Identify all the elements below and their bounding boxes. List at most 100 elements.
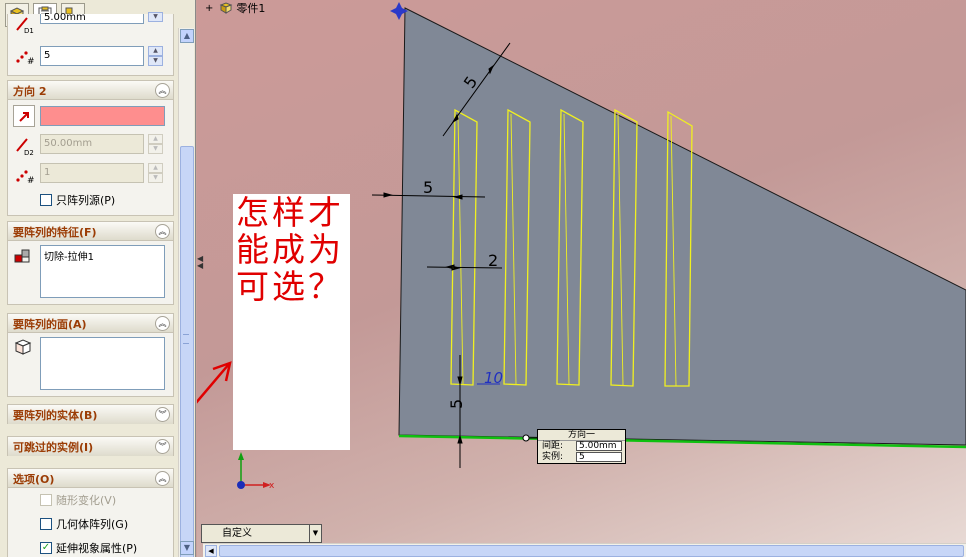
callout-instances-label: 实例:: [542, 452, 564, 462]
instances-d1-input[interactable]: 5: [40, 46, 144, 66]
graphics-hscrollbar[interactable]: ◀: [203, 543, 966, 557]
options-header[interactable]: 选项(O) ︽: [8, 469, 173, 488]
pattern-seed-only-label: 只阵列源(P): [56, 194, 116, 207]
expand-plus-icon[interactable]: +: [205, 3, 213, 14]
faces-to-pattern-list[interactable]: [40, 337, 165, 390]
faces-to-pattern-title: 要阵列的面(A): [13, 318, 87, 331]
options-title: 选项(O): [13, 473, 55, 486]
vary-sketch-checkbox[interactable]: 随形变化(V): [40, 492, 116, 508]
direction2-title: 方向 2: [13, 85, 47, 98]
part-icon: [220, 2, 233, 14]
scroll-up-icon[interactable]: ▲: [180, 29, 194, 43]
list-item[interactable]: 切除-拉伸1: [44, 248, 161, 263]
collapse-chevron-icon[interactable]: ︽: [155, 83, 170, 98]
scroll-down-icon[interactable]: ▼: [180, 541, 194, 555]
configuration-value: 自定义: [222, 528, 252, 539]
spin-down-icon: ▼: [148, 56, 163, 66]
instances-to-skip-header[interactable]: 可跳过的实例(I) ︾: [8, 437, 173, 456]
dim-slot-width[interactable]: 2: [488, 251, 498, 270]
feature-tree-root[interactable]: + 零件1: [205, 0, 265, 16]
instances-d2-spinner[interactable]: ▲ ▼: [148, 163, 163, 183]
direction1-group: D1 5.00mm ▼ # 5 ▲ ▼: [7, 12, 174, 76]
collapse-chevron-icon[interactable]: ︽: [155, 471, 170, 486]
spacing-d2-icon: D2: [13, 135, 35, 157]
propagate-visual-checkbox[interactable]: ✓ 延伸视象属性(P): [40, 540, 137, 556]
direction2-group: 方向 2 ︽ D2 50.00mm ▲ ▼ # 1 ▲ ▼ 只阵列源(P): [7, 80, 174, 216]
instances-icon: #: [13, 44, 35, 67]
bodies-to-pattern-group: 要阵列的实体(B) ︾: [7, 404, 174, 424]
hscroll-thumb[interactable]: [219, 545, 964, 557]
configuration-dropdown[interactable]: 自定义 ▼: [201, 524, 322, 543]
dropdown-arrow-icon[interactable]: ▼: [309, 525, 321, 542]
checkbox-box: [40, 194, 52, 206]
scroll-grip: [183, 334, 189, 344]
spacing-d2-spinner[interactable]: ▲ ▼: [148, 134, 163, 154]
expand-chevron-icon[interactable]: ︾: [155, 439, 170, 454]
features-icon: [12, 246, 34, 268]
pattern-seed-only-checkbox[interactable]: 只阵列源(P): [40, 192, 115, 208]
features-to-pattern-header[interactable]: 要阵列的特征(F) ︽: [8, 222, 173, 241]
geometry-pattern-label: 几何体阵列(G): [56, 518, 129, 531]
bodies-to-pattern-title: 要阵列的实体(B): [13, 409, 98, 422]
direction2-reference-field[interactable]: [40, 106, 165, 126]
instances-d2-input[interactable]: 1: [40, 163, 144, 183]
faces-to-pattern-header[interactable]: 要阵列的面(A) ︽: [8, 314, 173, 333]
reverse-direction-button[interactable]: [13, 105, 35, 127]
spacing-d1-input[interactable]: 5.00mm: [40, 13, 144, 24]
question-note: 怎样才能成为可选？: [233, 194, 350, 450]
svg-text:D2: D2: [24, 149, 34, 157]
vary-sketch-label: 随形变化(V): [56, 494, 117, 507]
instances-d2-icon: #: [13, 163, 35, 186]
dim-bottom-offset[interactable]: 5: [447, 399, 466, 409]
scroll-left-icon[interactable]: ◀: [205, 545, 217, 557]
callout-instances-value[interactable]: 5: [576, 452, 622, 462]
instances-to-skip-group: 可跳过的实例(I) ︾: [7, 436, 174, 456]
collapse-chevron-icon[interactable]: ︽: [155, 224, 170, 239]
svg-text:#: #: [27, 176, 35, 185]
features-to-pattern-title: 要阵列的特征(F): [13, 226, 97, 239]
property-manager-panel: D1 5.00mm ▼ # 5 ▲ ▼ 方向 2 ︽ D2 50.00mm ▲ ▼ …: [0, 0, 196, 557]
panel-splitter-handle[interactable]: ◀ ◀: [197, 255, 203, 270]
callout-title: 方向一: [538, 430, 625, 441]
collapse-chevron-icon[interactable]: ︽: [155, 316, 170, 331]
callout-spacing-label: 间距:: [542, 441, 564, 451]
note-text: 怎样才能成为可选？: [236, 193, 344, 306]
graphics-area[interactable]: 5 5 2 5 10 x + 零件1 怎样才能成为可选？ 方向一 间距: 5.0…: [197, 0, 966, 557]
svg-text:D1: D1: [24, 27, 34, 34]
dim-slot-height[interactable]: 10: [484, 369, 503, 387]
propagate-visual-label: 延伸视象属性(P): [56, 542, 138, 555]
faces-to-pattern-group: 要阵列的面(A) ︽: [7, 313, 174, 397]
spin-down-icon: ▼: [148, 12, 163, 22]
axis-triad: [237, 452, 271, 489]
face-cube-icon: [12, 336, 34, 358]
geometry-pattern-checkbox[interactable]: 几何体阵列(G): [40, 516, 128, 532]
callout-spacing-value[interactable]: 5.00mm: [576, 441, 622, 451]
instances-to-skip-title: 可跳过的实例(I): [13, 441, 94, 454]
features-to-pattern-group: 要阵列的特征(F) ︽ 切除-拉伸1: [7, 221, 174, 305]
scrollbar-thumb[interactable]: [180, 146, 194, 557]
options-group: 选项(O) ︽ 随形变化(V) 几何体阵列(G) ✓ 延伸视象属性(P): [7, 468, 174, 557]
spin-down-icon: ▼: [148, 173, 163, 183]
instances-d1-spinner[interactable]: ▲ ▼: [148, 46, 163, 66]
spin-up-icon: ▲: [148, 163, 163, 173]
triad-x-label: x: [269, 481, 275, 491]
reverse-direction-icon: [19, 112, 29, 122]
expand-chevron-icon[interactable]: ︾: [155, 407, 170, 422]
spacing-d1-spinner[interactable]: ▼: [148, 12, 163, 22]
spacing-d1-icon: D1: [13, 17, 35, 35]
bodies-to-pattern-header[interactable]: 要阵列的实体(B) ︾: [8, 405, 173, 424]
spin-up-icon: ▲: [148, 134, 163, 144]
part-name: 零件1: [236, 2, 266, 15]
direction2-header[interactable]: 方向 2 ︽: [8, 81, 173, 100]
checkbox-box: [40, 518, 52, 530]
svg-text:#: #: [27, 57, 35, 66]
checkbox-box: ✓: [40, 542, 52, 554]
dim-left-offset[interactable]: 5: [423, 178, 433, 197]
annotation-arrow: [197, 361, 232, 404]
property-manager-scrollbar[interactable]: ▲ ▼: [178, 28, 194, 557]
checkbox-box: [40, 494, 52, 506]
direction-callout[interactable]: 方向一 间距: 5.00mm 实例: 5: [537, 429, 626, 464]
features-to-pattern-list[interactable]: 切除-拉伸1: [40, 245, 165, 298]
spacing-d2-input[interactable]: 50.00mm: [40, 134, 144, 154]
spin-up-icon: ▲: [148, 46, 163, 56]
